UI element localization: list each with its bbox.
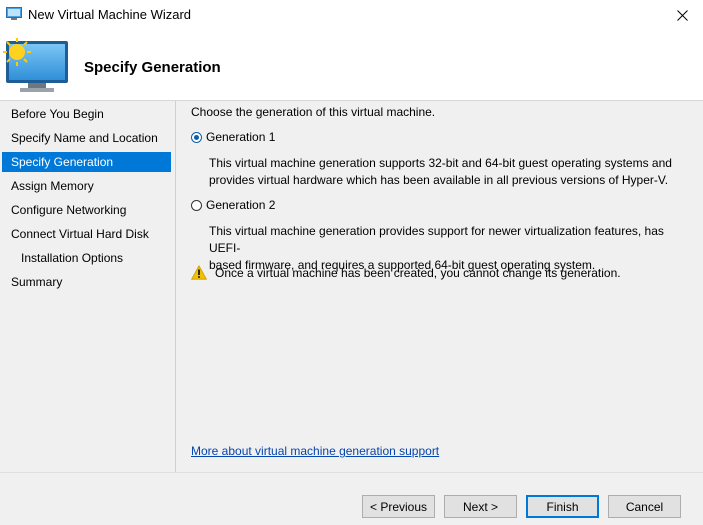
previous-button[interactable]: < Previous bbox=[362, 495, 435, 518]
warning-text: Once a virtual machine has been created,… bbox=[215, 265, 621, 280]
nav-item-specify-generation[interactable]: Specify Generation bbox=[2, 152, 171, 172]
nav-item-installation-options[interactable]: Installation Options bbox=[2, 248, 171, 268]
wizard-steps-nav: Before You Begin Specify Name and Locati… bbox=[0, 101, 176, 472]
generation-1-description-line2: provides virtual hardware which has been… bbox=[209, 173, 669, 187]
generation-2-description-line1: This virtual machine generation provides… bbox=[209, 224, 664, 255]
generation-1-description: This virtual machine generation supports… bbox=[209, 155, 679, 189]
page-title: Specify Generation bbox=[84, 59, 221, 76]
wizard-header: Specify Generation bbox=[0, 30, 703, 100]
footer-divider bbox=[0, 472, 703, 473]
warning-message: Once a virtual machine has been created,… bbox=[191, 265, 621, 280]
window-title: New Virtual Machine Wizard bbox=[28, 7, 192, 22]
radio-button-checked[interactable] bbox=[191, 131, 202, 143]
main-content: Choose the generation of this virtual ma… bbox=[176, 101, 703, 472]
wizard-window: New Virtual Machine Wizard Specify Gener… bbox=[0, 0, 703, 525]
generation-1-radio[interactable]: Generation 1 bbox=[191, 129, 275, 145]
title-bar: New Virtual Machine Wizard bbox=[0, 0, 703, 30]
nav-item-connect-virtual-hard-disk[interactable]: Connect Virtual Hard Disk bbox=[2, 224, 171, 244]
radio-button-unchecked[interactable] bbox=[191, 199, 202, 211]
generation-2-label: Generation 2 bbox=[206, 198, 276, 212]
generation-prompt: Choose the generation of this virtual ma… bbox=[191, 105, 436, 119]
generation-1-description-line1: This virtual machine generation supports… bbox=[209, 156, 672, 170]
nav-item-specify-name-and-location[interactable]: Specify Name and Location bbox=[2, 128, 171, 148]
more-about-generation-link[interactable]: More about virtual machine generation su… bbox=[191, 444, 439, 458]
generation-1-label: Generation 1 bbox=[206, 130, 276, 144]
next-button[interactable]: Next > bbox=[444, 495, 517, 518]
cancel-button[interactable]: Cancel bbox=[608, 495, 681, 518]
generation-2-radio[interactable]: Generation 2 bbox=[191, 197, 275, 213]
hyperv-monitor-icon bbox=[3, 38, 68, 92]
warning-icon bbox=[191, 265, 207, 280]
nav-item-before-you-begin[interactable]: Before You Begin bbox=[2, 104, 171, 124]
nav-item-summary[interactable]: Summary bbox=[2, 272, 171, 292]
nav-item-configure-networking[interactable]: Configure Networking bbox=[2, 200, 171, 220]
finish-button[interactable]: Finish bbox=[526, 495, 599, 518]
close-button[interactable] bbox=[663, 2, 701, 28]
close-icon bbox=[676, 9, 688, 21]
app-icon bbox=[6, 7, 22, 20]
nav-item-assign-memory[interactable]: Assign Memory bbox=[2, 176, 171, 196]
